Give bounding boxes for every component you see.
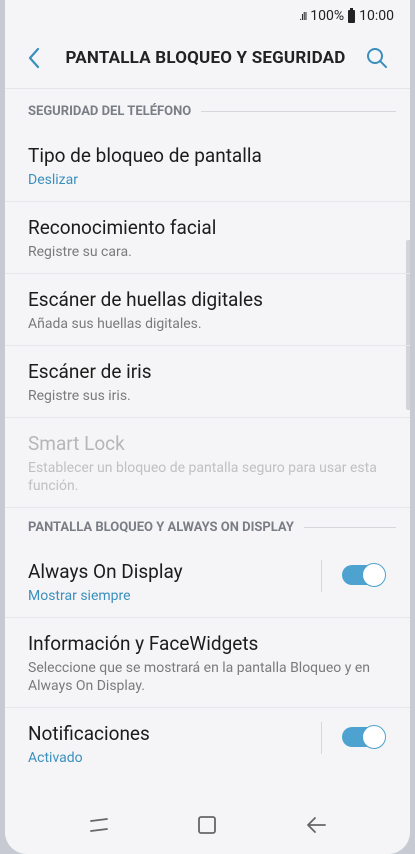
section-rule xyxy=(201,110,396,112)
settings-list: SEGURIDAD DEL TELÉFONO Tipo de bloqueo d… xyxy=(5,92,410,779)
recents-icon xyxy=(90,818,109,832)
item-subtitle: Seleccione que se mostrará en la pantall… xyxy=(28,660,370,694)
section-title: PANTALLA BLOQUEO Y ALWAYS ON DISPLAY xyxy=(28,519,294,535)
item-title: Reconocimiento facial xyxy=(28,216,217,239)
app-bar: PANTALLA BLOQUEO Y SEGURIDAD xyxy=(5,32,410,84)
toggle-knob xyxy=(362,563,386,587)
notifications-toggle[interactable] xyxy=(342,725,386,749)
back-arrow-icon xyxy=(306,817,326,833)
search-button[interactable] xyxy=(354,35,400,81)
toggle-knob xyxy=(362,725,386,749)
item-title: Información y FaceWidgets xyxy=(28,632,259,655)
item-subtitle: Registre sus iris. xyxy=(28,388,131,404)
search-icon xyxy=(367,48,387,68)
item-title: Escáner de iris xyxy=(28,360,152,383)
header-divider xyxy=(5,88,410,89)
battery-icon xyxy=(348,7,356,23)
list-item-face-recognition[interactable]: Reconocimiento facial Registre su cara. xyxy=(5,202,410,274)
battery-level: 100% xyxy=(310,8,345,24)
section-header-phone-security: SEGURIDAD DEL TELÉFONO xyxy=(5,92,410,130)
clock: 10:00 xyxy=(359,8,394,24)
navigation-bar xyxy=(5,796,410,854)
list-item-smart-lock: Smart Lock Establecer un bloqueo de pant… xyxy=(5,418,410,508)
item-subtitle: Añada sus huellas digitales. xyxy=(28,316,202,332)
item-title: Notificaciones xyxy=(28,722,150,745)
section-title: SEGURIDAD DEL TELÉFONO xyxy=(28,103,192,119)
item-title: Tipo de bloqueo de pantalla xyxy=(28,144,262,167)
status-bar: .ıll 100% 10:00 xyxy=(5,0,410,32)
section-header-lock-aod: PANTALLA BLOQUEO Y ALWAYS ON DISPLAY xyxy=(5,508,410,546)
list-item-fingerprint-scanner[interactable]: Escáner de huellas digitales Añada sus h… xyxy=(5,274,410,346)
section-rule xyxy=(303,526,396,528)
item-title: Escáner de huellas digitales xyxy=(28,288,263,311)
toggle-divider xyxy=(321,560,322,592)
toggle-divider xyxy=(321,722,322,754)
nav-back-button[interactable] xyxy=(296,805,336,845)
list-item-lock-type[interactable]: Tipo de bloqueo de pantalla Deslizar xyxy=(5,130,410,202)
item-title: Always On Display xyxy=(28,560,183,583)
list-item-info-facewidgets[interactable]: Información y FaceWidgets Seleccione que… xyxy=(5,618,410,708)
item-subtitle: Establecer un bloqueo de pantalla seguro… xyxy=(28,460,377,494)
signal-icon: .ıll xyxy=(299,9,307,23)
page-title: PANTALLA BLOQUEO Y SEGURIDAD xyxy=(65,48,346,68)
home-icon xyxy=(198,816,217,834)
list-item-iris-scanner[interactable]: Escáner de iris Registre sus iris. xyxy=(5,346,410,418)
back-button[interactable] xyxy=(11,35,57,81)
item-subtitle: Registre su cara. xyxy=(28,244,132,260)
list-item-always-on-display[interactable]: Always On Display Mostrar siempre xyxy=(5,546,410,618)
list-item-notifications[interactable]: Notificaciones Activado xyxy=(5,708,410,779)
phone-screen: .ıll 100% 10:00 PANTALLA BLOQUEO Y SEGUR… xyxy=(5,0,410,854)
home-button[interactable] xyxy=(187,805,227,845)
recents-button[interactable] xyxy=(79,805,119,845)
item-subtitle: Activado xyxy=(28,750,83,766)
item-subtitle: Deslizar xyxy=(28,172,78,188)
item-subtitle: Mostrar siempre xyxy=(28,588,131,604)
chevron-left-icon xyxy=(28,47,40,69)
item-title: Smart Lock xyxy=(28,432,125,455)
always-on-display-toggle[interactable] xyxy=(342,563,386,587)
